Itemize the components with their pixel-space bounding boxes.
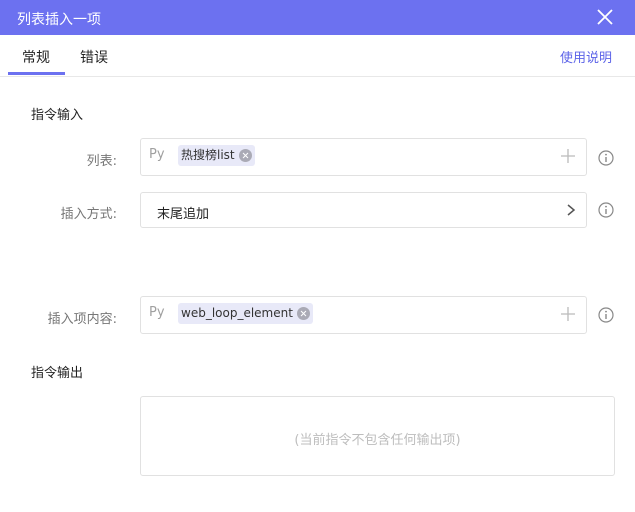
close-icon[interactable]	[595, 7, 615, 27]
tab-error[interactable]: 错误	[80, 47, 108, 67]
insert-content-label: 插入项内容:	[47, 312, 117, 327]
tab-bar: 常规 错误 使用说明	[0, 35, 635, 77]
variable-chip: 热搜榜list	[178, 145, 255, 166]
insert-mode-label: 插入方式:	[60, 207, 117, 222]
dialog-title: 列表插入一项	[17, 12, 101, 28]
chip-label: web_loop_element	[181, 306, 293, 320]
info-icon[interactable]	[598, 307, 614, 323]
insert-mode-select[interactable]: 末尾追加	[140, 192, 587, 228]
tab-general[interactable]: 常规	[22, 47, 50, 67]
active-tab-indicator	[8, 72, 65, 75]
chip-remove-icon[interactable]	[296, 307, 310, 320]
chevron-right-icon	[567, 204, 576, 216]
plus-icon[interactable]	[560, 148, 576, 164]
info-icon[interactable]	[598, 150, 614, 166]
insert-mode-value: 末尾追加	[157, 207, 210, 222]
insert-content-field[interactable]: Py web_loop_element	[140, 296, 587, 334]
plus-icon[interactable]	[560, 306, 576, 322]
python-prefix: Py	[149, 305, 165, 320]
help-link[interactable]: 使用说明	[560, 47, 612, 66]
variable-chip: web_loop_element	[178, 303, 313, 324]
chip-label: 热搜榜list	[181, 148, 235, 162]
output-panel: (当前指令不包含任何输出项)	[140, 396, 615, 476]
output-section-title: 指令输出	[31, 366, 84, 381]
output-empty-text: (当前指令不包含任何输出项)	[294, 433, 461, 448]
dialog-titlebar: 列表插入一项	[0, 0, 635, 35]
info-icon[interactable]	[598, 202, 614, 218]
python-prefix: Py	[149, 147, 165, 162]
list-field[interactable]: Py 热搜榜list	[140, 138, 587, 176]
chip-remove-icon[interactable]	[238, 149, 252, 162]
input-section-title: 指令输入	[31, 108, 84, 123]
list-label: 列表:	[86, 154, 117, 169]
